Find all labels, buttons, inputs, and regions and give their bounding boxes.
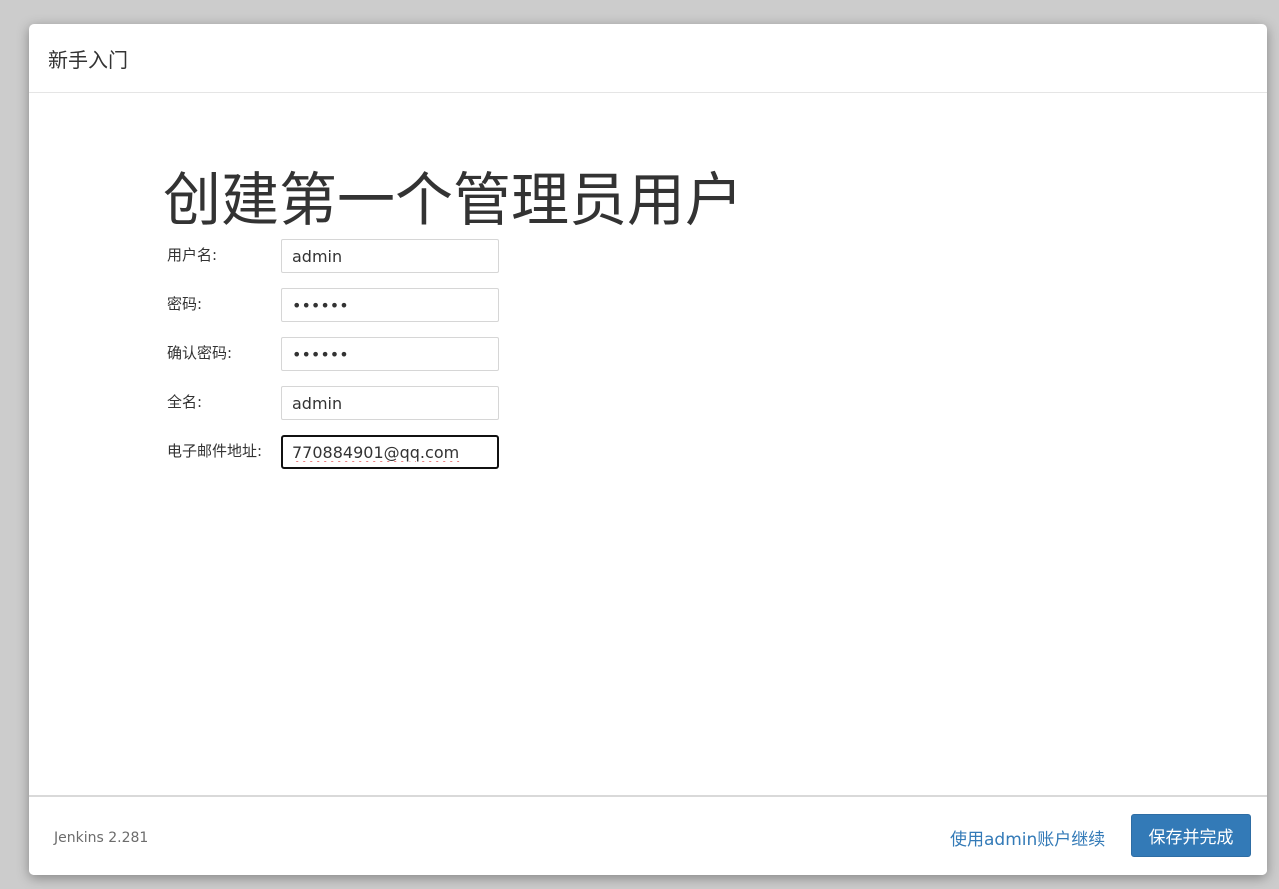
fullname-label: 全名: <box>167 393 203 411</box>
password-label: 密码: <box>167 295 203 313</box>
save-and-finish-button[interactable]: 保存并完成 <box>1131 814 1251 857</box>
confirm-password-label: 确认密码: <box>167 344 233 362</box>
username-input[interactable] <box>281 239 499 273</box>
dialog-title: 新手入门 <box>48 48 128 72</box>
fullname-input[interactable] <box>281 386 499 420</box>
email-label: 电子邮件地址: <box>167 442 263 460</box>
continue-as-admin-link[interactable]: 使用admin账户继续 <box>950 825 1105 850</box>
password-input[interactable] <box>281 288 499 322</box>
dialog-header: 新手入门 <box>29 24 1267 93</box>
version-label: Jenkins 2.281 <box>54 830 149 846</box>
confirm-password-input[interactable] <box>281 337 499 371</box>
username-label: 用户名: <box>167 246 218 264</box>
page-heading: 创建第一个管理员用户 <box>163 166 744 234</box>
email-input[interactable] <box>281 435 499 469</box>
setup-dialog: 新手入门 创建第一个管理员用户 用户名: 密码: 确认密码: 全名: 电子邮件地… <box>29 24 1267 875</box>
dialog-footer: Jenkins 2.281 使用admin账户继续 保存并完成 <box>29 795 1267 875</box>
